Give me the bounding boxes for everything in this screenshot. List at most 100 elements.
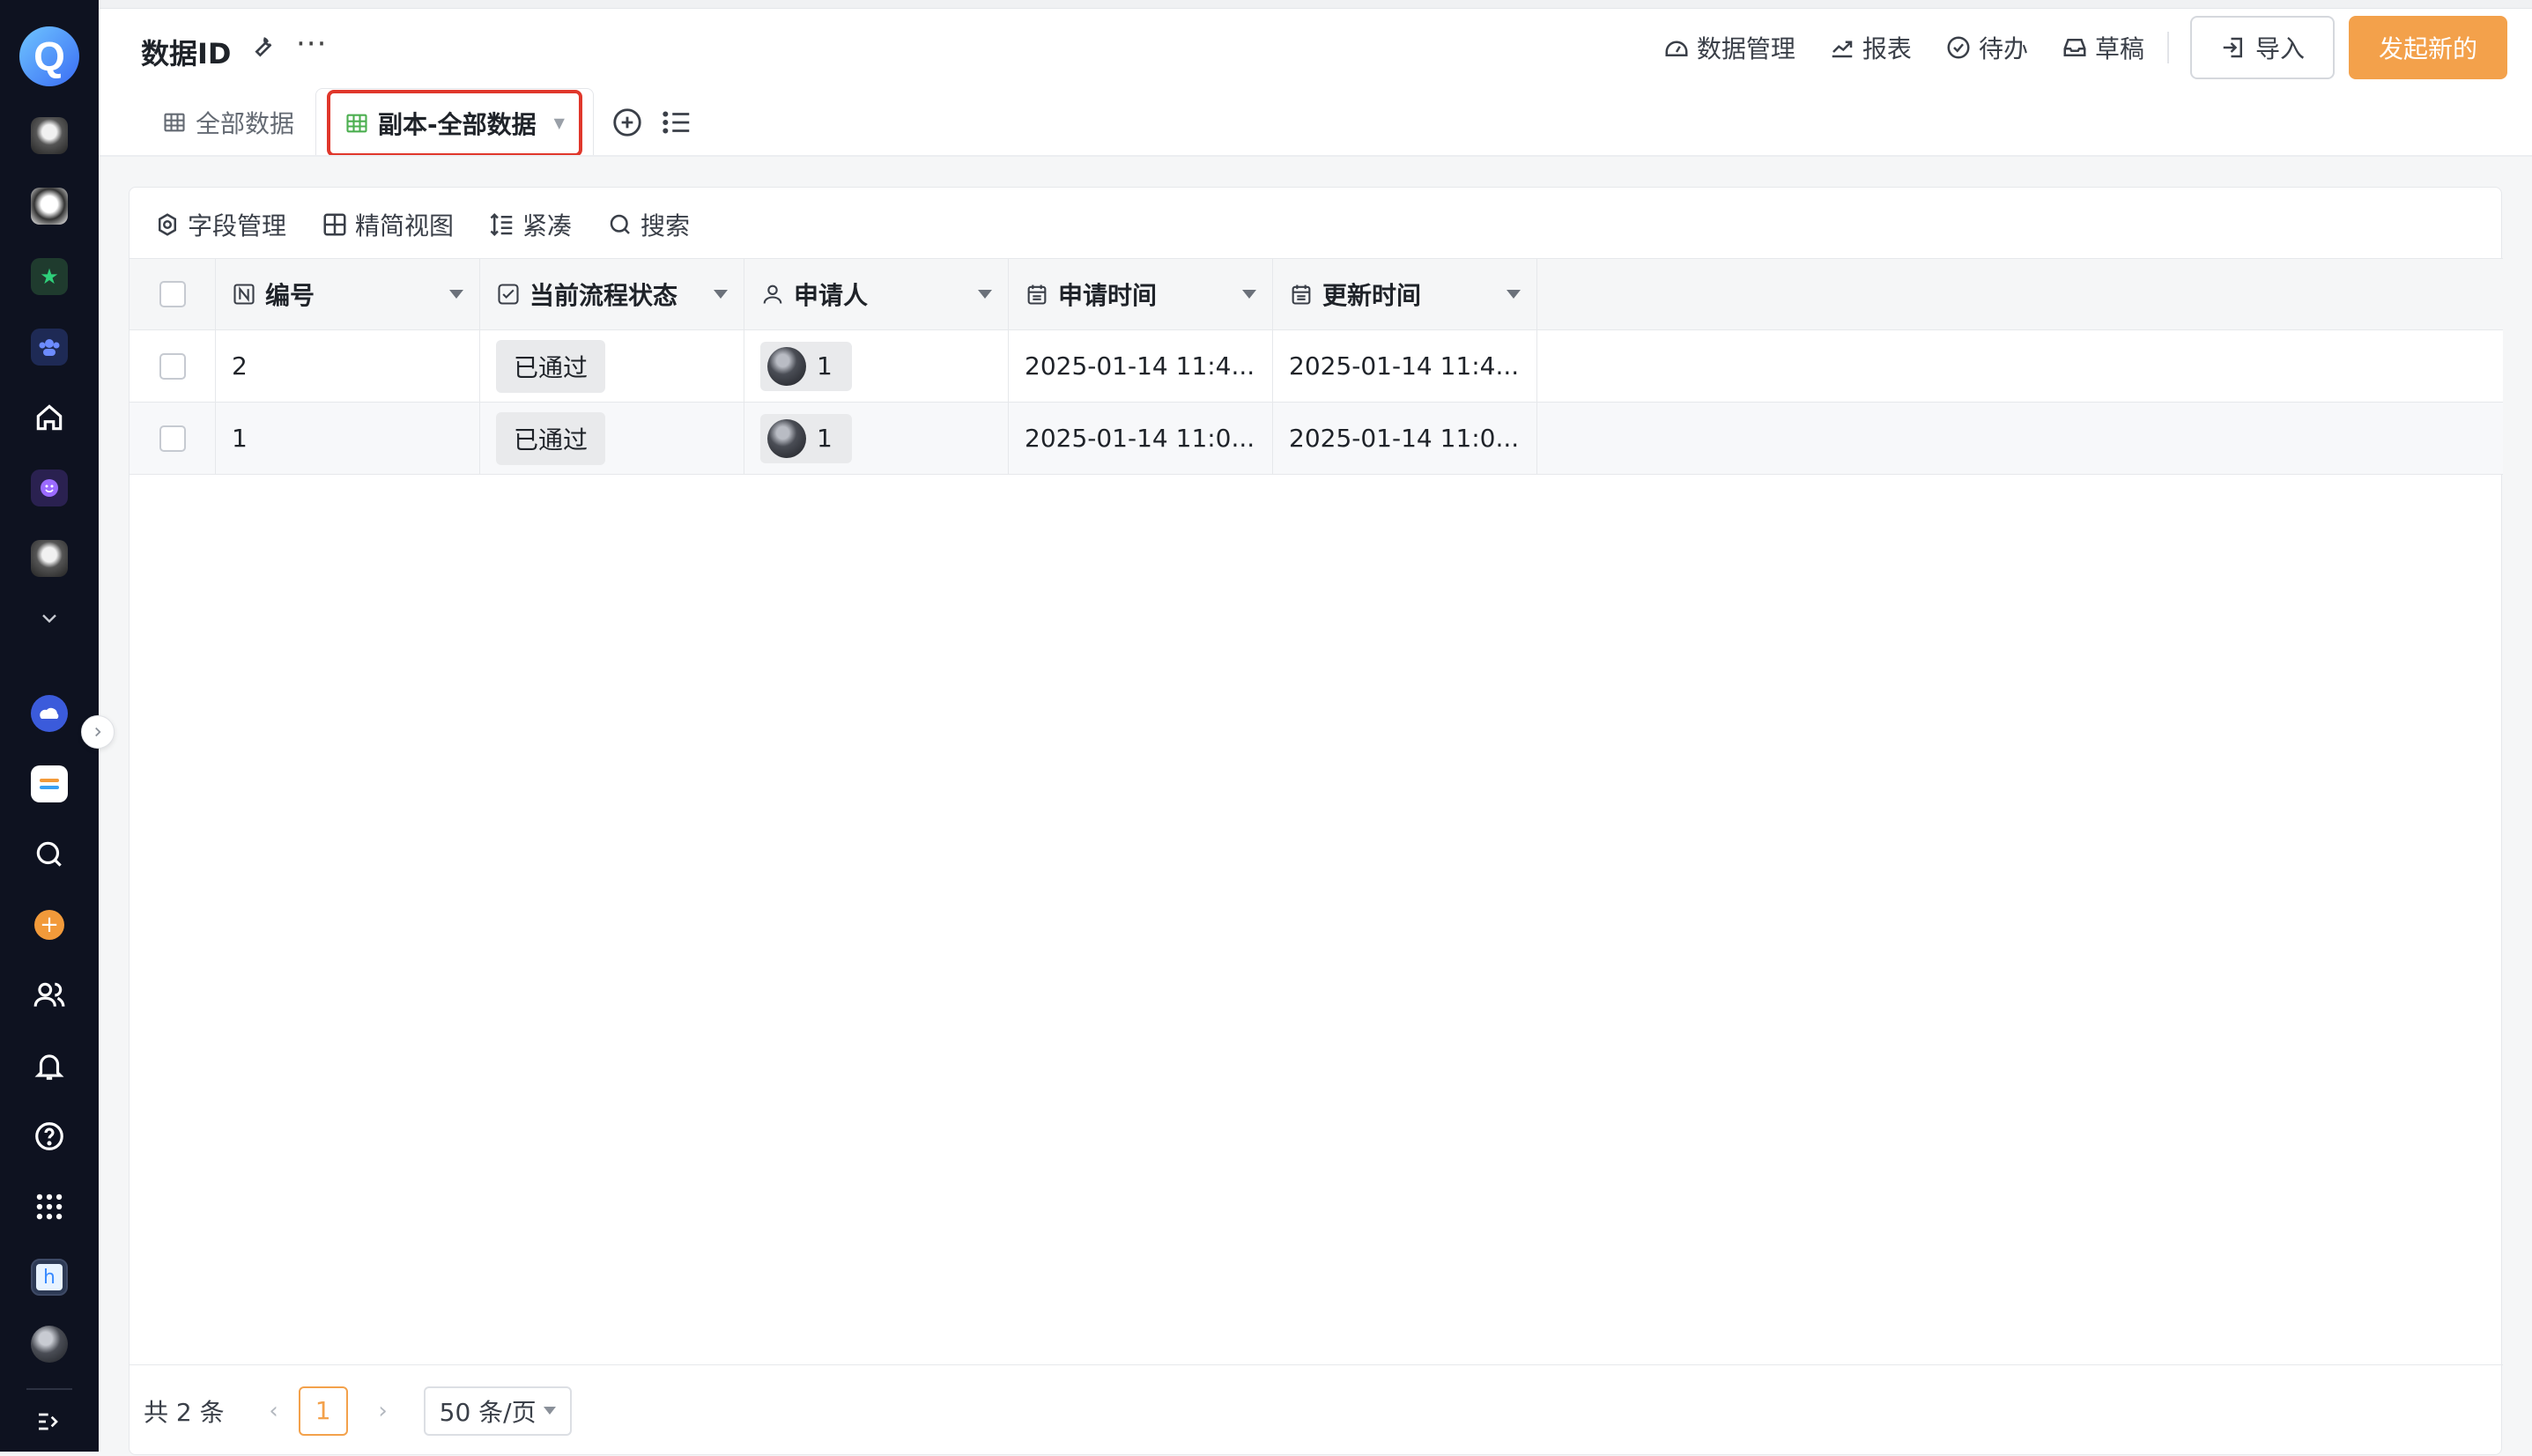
column-menu-caret-icon[interactable] (714, 290, 728, 299)
todo-link[interactable]: 待办 (1945, 30, 2028, 65)
avatar (767, 346, 806, 386)
checkbox-field-icon (498, 284, 519, 305)
plus-circle-icon (613, 108, 641, 137)
view-tabs: 全部数据 副本-全部数据 ▼ (141, 86, 701, 157)
applicant-tag[interactable]: 1 (760, 341, 852, 391)
grid-view-icon (323, 213, 346, 236)
field-management-button[interactable]: 字段管理 (154, 207, 286, 242)
data-management-label: 数据管理 (1696, 34, 1795, 63)
search-icon[interactable] (28, 833, 70, 876)
column-header-updated-time[interactable]: 更新时间 (1273, 259, 1537, 329)
rail-app-star[interactable]: ★ (28, 255, 70, 298)
add-circle-icon[interactable]: + (28, 904, 70, 946)
status-badge: 已通过 (496, 411, 606, 465)
workspace-avatar-2[interactable] (28, 185, 70, 227)
data-management-link[interactable]: 数据管理 (1663, 30, 1795, 65)
grid-menu-icon[interactable] (28, 1186, 70, 1228)
column-menu-caret-icon[interactable] (449, 290, 463, 299)
inbox-icon (2063, 39, 2086, 56)
current-page-button[interactable]: 1 (298, 1386, 348, 1436)
row-filler-cell (1537, 330, 2503, 402)
user-avatar[interactable] (28, 1323, 70, 1365)
search-button[interactable]: 搜索 (607, 207, 690, 242)
number-field-icon (233, 284, 255, 305)
column-menu-caret-icon[interactable] (1242, 290, 1256, 299)
trend-chart-icon (1832, 41, 1853, 58)
row-height-icon (490, 212, 513, 237)
rail-app-smile[interactable] (28, 467, 70, 509)
dashboard-icon (1665, 41, 1688, 56)
home-icon[interactable] (28, 396, 70, 439)
cell-number: 1 (216, 403, 480, 474)
workspace-avatar-1[interactable] (28, 115, 70, 157)
column-header-applicant[interactable]: 申请人 (744, 259, 1009, 329)
h-app-icon: h (36, 1264, 63, 1290)
header-actions: 数据管理 报表 待办 草稿 导入 发起新的 (1663, 16, 2507, 79)
wrench-icon[interactable] (248, 32, 277, 63)
tab-copy-all-data[interactable]: 副本-全部数据 ▼ (315, 88, 594, 157)
add-view-button[interactable] (603, 88, 652, 157)
list-icon (663, 111, 690, 134)
report-label: 报表 (1862, 34, 1912, 63)
row-density-button[interactable]: 紧凑 (489, 207, 572, 242)
collapse-rail-button[interactable] (81, 715, 115, 749)
avatar (767, 418, 806, 458)
tab-all-data[interactable]: 全部数据 (141, 88, 315, 157)
cell-applicant: 1 (744, 330, 1009, 402)
applicant-tag[interactable]: 1 (760, 413, 852, 463)
cell-status: 已通过 (480, 330, 744, 402)
rail-app-cloud[interactable] (28, 692, 70, 735)
column-label-status: 当前流程状态 (529, 281, 678, 310)
page-size-select[interactable]: 50 条/页 (423, 1386, 572, 1436)
help-icon[interactable] (28, 1115, 70, 1157)
prev-page-icon[interactable]: ‹ (258, 1398, 290, 1424)
more-options-button[interactable]: ··· (296, 26, 327, 62)
column-header-status[interactable]: 当前流程状态 (480, 259, 744, 329)
table-row[interactable]: 2 已通过 1 2025-01-14 11:4... 2025-01-14 11… (130, 330, 2503, 403)
create-new-button[interactable]: 发起新的 (2348, 16, 2507, 79)
rail-app-h[interactable]: h (28, 1256, 70, 1298)
cell-number: 2 (216, 330, 480, 402)
compact-view-button[interactable]: 精简视图 (322, 207, 454, 242)
next-page-icon[interactable]: › (367, 1398, 399, 1424)
row-checkbox[interactable] (159, 425, 186, 452)
rail-app-team[interactable] (28, 326, 70, 368)
import-button[interactable]: 导入 (2189, 16, 2335, 79)
table-icon (346, 114, 367, 132)
chevron-down-icon[interactable] (28, 597, 70, 639)
cell-updated-time: 2025-01-14 11:0... (1273, 403, 1537, 474)
table-toolbar: 字段管理 精简视图 紧凑 搜索 (154, 202, 725, 248)
calendar-icon (1027, 285, 1047, 305)
table-row[interactable]: 1 已通过 1 2025-01-14 11:0... 2025-01-14 11… (130, 403, 2503, 475)
drafts-link[interactable]: 草稿 (2062, 30, 2144, 65)
report-link[interactable]: 报表 (1829, 30, 1912, 65)
app-logo[interactable]: Q (19, 26, 79, 86)
cell-updated-time: 2025-01-14 11:4... (1273, 330, 1537, 402)
todo-label: 待办 (1978, 34, 2028, 63)
team-icon (31, 329, 68, 366)
column-header-number[interactable]: 编号 (216, 259, 480, 329)
view-list-button[interactable] (652, 88, 701, 157)
star-icon: ★ (31, 258, 68, 295)
import-label: 导入 (2254, 34, 2305, 63)
expand-menu-icon[interactable] (28, 1401, 70, 1443)
tab-dropdown-caret-icon[interactable]: ▼ (554, 115, 565, 131)
page-size-label: 50 条/页 (439, 1397, 537, 1427)
notes-app-icon (31, 765, 68, 802)
column-menu-caret-icon[interactable] (1507, 290, 1521, 299)
column-menu-caret-icon[interactable] (978, 290, 992, 299)
header-filler-cell (1537, 259, 2503, 329)
contacts-icon[interactable] (28, 974, 70, 1016)
column-header-applied-time[interactable]: 申请时间 (1009, 259, 1273, 329)
select-all-checkbox[interactable] (159, 281, 186, 307)
rail-app-notes[interactable] (28, 763, 70, 805)
row-density-label: 紧凑 (522, 211, 573, 240)
total-count: 共 2 条 (144, 1397, 225, 1427)
row-checkbox[interactable] (159, 352, 186, 380)
cell-applied-time: 2025-01-14 11:4... (1009, 330, 1273, 402)
workspace-avatar-3[interactable] (28, 537, 70, 580)
bell-icon[interactable] (28, 1045, 70, 1087)
status-badge: 已通过 (496, 339, 606, 393)
page-title: 数据ID (141, 37, 232, 70)
pagination-bar: 共 2 条 ‹ 1 › 50 条/页 (130, 1364, 2503, 1456)
